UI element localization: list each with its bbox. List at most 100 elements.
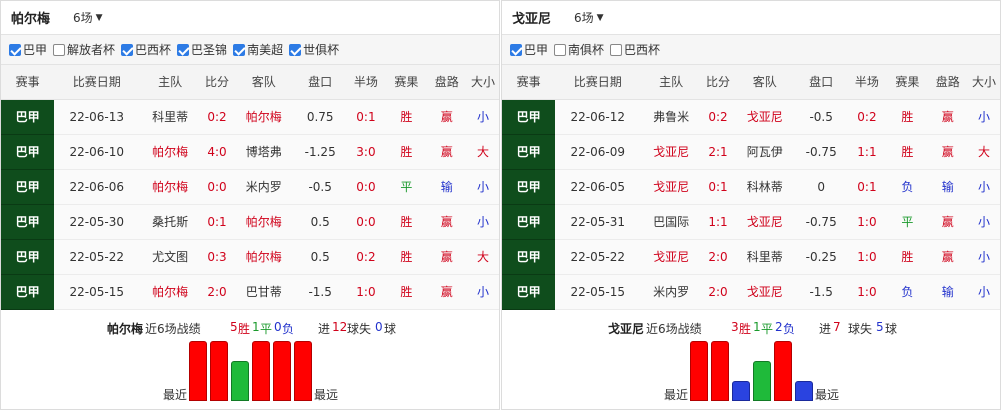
checkbox-unchecked-icon[interactable] [610, 43, 623, 56]
filter-checkbox[interactable]: 南美超 [233, 41, 283, 58]
date-cell: 22-05-30 [54, 204, 140, 240]
match-count-select[interactable]: 6场 ▼ [574, 9, 604, 26]
over-under-cell: 小 [967, 99, 1000, 135]
home-team-cell[interactable]: 戈亚尼 [640, 239, 703, 275]
away-team-cell[interactable]: 科林蒂 [733, 169, 796, 205]
checkbox-checked-icon[interactable] [9, 43, 21, 56]
league-cell[interactable]: 巴甲 [1, 239, 55, 275]
form-bar-chart: 最近 最远 [1, 339, 499, 409]
home-team-cell[interactable]: 巴国际 [640, 204, 703, 240]
home-team-cell[interactable]: 戈亚尼 [640, 169, 703, 205]
panel-header: 帕尔梅 6场 ▼ [1, 1, 499, 35]
home-team-cell[interactable]: 科里蒂 [139, 99, 202, 135]
summary-goals-against-unit: 球 [885, 322, 898, 336]
league-cell[interactable]: 巴甲 [1, 204, 55, 240]
filter-checkbox[interactable]: 解放者杯 [53, 41, 115, 58]
date-cell: 22-06-13 [54, 99, 140, 135]
checkbox-checked-icon[interactable] [177, 43, 190, 56]
home-team-cell[interactable]: 弗鲁米 [640, 99, 703, 135]
away-team-cell[interactable]: 博塔弗 [232, 134, 295, 170]
away-team-cell[interactable]: 巴甘蒂 [232, 274, 295, 310]
checkbox-checked-icon[interactable] [121, 43, 134, 56]
pan-cell: 赢 [426, 239, 467, 275]
over-under-cell: 大 [466, 134, 499, 170]
home-team-cell[interactable]: 米内罗 [640, 274, 703, 310]
filter-checkbox[interactable]: 世俱杯 [289, 41, 339, 58]
league-cell[interactable]: 巴甲 [1, 169, 55, 205]
away-team-cell[interactable]: 帕尔梅 [232, 99, 295, 135]
home-team-cell[interactable]: 帕尔梅 [139, 274, 202, 310]
away-team-cell[interactable]: 米内罗 [232, 169, 295, 205]
handicap-cell: -1.25 [294, 134, 346, 170]
away-team-cell[interactable]: 戈亚尼 [733, 204, 796, 240]
home-team-cell[interactable]: 帕尔梅 [139, 134, 202, 170]
league-cell[interactable]: 巴甲 [502, 239, 556, 275]
table-row[interactable]: 巴甲 22-06-12 弗鲁米 0:2 戈亚尼 -0.5 0:2 胜赢小 [502, 99, 1000, 135]
summary-team: 帕尔梅 [107, 322, 144, 336]
result-cell: 胜 [386, 99, 427, 135]
home-team-cell[interactable]: 戈亚尼 [640, 134, 703, 170]
filter-checkbox[interactable]: 巴甲 [510, 41, 548, 58]
filter-checkbox[interactable]: 巴甲 [9, 41, 47, 58]
league-cell[interactable]: 巴甲 [1, 274, 55, 310]
result-cell: 负 [887, 274, 928, 310]
filter-checkbox[interactable]: 巴西杯 [610, 41, 660, 58]
league-cell[interactable]: 巴甲 [1, 99, 55, 135]
away-team-cell[interactable]: 帕尔梅 [232, 239, 295, 275]
home-team-cell[interactable]: 尤文图 [139, 239, 202, 275]
score-cell: 0:2 [702, 99, 734, 135]
handicap-cell: 0 [795, 169, 847, 205]
league-cell[interactable]: 巴甲 [1, 134, 55, 170]
score-cell: 0:3 [201, 239, 233, 275]
match-count-select[interactable]: 6场 ▼ [73, 9, 103, 26]
checkbox-checked-icon[interactable] [233, 43, 246, 56]
table-row[interactable]: 巴甲 22-05-22 尤文图 0:3 帕尔梅 0.5 0:2 胜赢大 [1, 239, 499, 275]
table-row[interactable]: 巴甲 22-06-06 帕尔梅 0:0 米内罗 -0.5 0:0 平输小 [1, 169, 499, 205]
table-row[interactable]: 巴甲 22-05-31 巴国际 1:1 戈亚尼 -0.75 1:0 平赢小 [502, 204, 1000, 240]
column-header: 赛事 [502, 65, 556, 100]
table-row[interactable]: 巴甲 22-05-22 戈亚尼 2:0 科里蒂 -0.25 1:0 胜赢小 [502, 239, 1000, 275]
table-row[interactable]: 巴甲 22-05-30 桑托斯 0:1 帕尔梅 0.5 0:0 胜赢小 [1, 204, 499, 240]
checkbox-unchecked-icon[interactable] [53, 43, 66, 56]
league-cell[interactable]: 巴甲 [502, 169, 556, 205]
away-team-cell[interactable]: 科里蒂 [733, 239, 796, 275]
halftime-cell: 0:1 [846, 169, 888, 205]
match-table: 赛事 比赛日期 主队 比分 客队 盘口 半场 赛果 盘路 大小 巴甲 22-06-13 科里蒂 0:2 帕尔… [1, 65, 499, 310]
league-cell[interactable]: 巴甲 [502, 204, 556, 240]
league-cell[interactable]: 巴甲 [502, 99, 556, 135]
home-team-cell[interactable]: 帕尔梅 [139, 169, 202, 205]
chart-left-label: 最近 [664, 388, 689, 402]
away-team-cell[interactable]: 帕尔梅 [232, 204, 295, 240]
away-team-cell[interactable]: 戈亚尼 [733, 99, 796, 135]
record-summary: 帕尔梅 近6场战绩 5 胜 1 平 0 负进 12 球失 0 球 [1, 317, 499, 339]
table-row[interactable]: 巴甲 22-06-13 科里蒂 0:2 帕尔梅 0.75 0:1 胜赢小 [1, 99, 499, 135]
league-cell[interactable]: 巴甲 [502, 134, 556, 170]
filter-label: 南美超 [247, 43, 284, 57]
table-row[interactable]: 巴甲 22-06-05 戈亚尼 0:1 科林蒂 0 0:1 负输小 [502, 169, 1000, 205]
table-row[interactable]: 巴甲 22-06-10 帕尔梅 4:0 博塔弗 -1.25 3:0 胜赢大 [1, 134, 499, 170]
table-row[interactable]: 巴甲 22-05-15 米内罗 2:0 戈亚尼 -1.5 1:0 负输小 [502, 274, 1000, 310]
away-team-cell[interactable]: 戈亚尼 [733, 274, 796, 310]
table-row[interactable]: 巴甲 22-05-15 帕尔梅 2:0 巴甘蒂 -1.5 1:0 胜赢小 [1, 274, 499, 310]
filter-checkbox[interactable]: 南俱杯 [554, 41, 604, 58]
halftime-cell: 0:0 [345, 204, 387, 240]
away-team-cell[interactable]: 阿瓦伊 [733, 134, 796, 170]
summary-goals-for: 12 [332, 320, 348, 334]
filter-checkbox[interactable]: 巴圣锦 [177, 41, 227, 58]
column-header: 盘路 [426, 65, 467, 100]
checkbox-checked-icon[interactable] [289, 43, 302, 56]
over-under-cell: 小 [967, 239, 1000, 275]
checkbox-checked-icon[interactable] [510, 43, 522, 56]
handicap-cell: 0.5 [294, 239, 346, 275]
column-header: 赛果 [887, 65, 928, 100]
summary-goals-for: 7 [833, 320, 841, 334]
league-cell[interactable]: 巴甲 [502, 274, 556, 310]
halftime-cell: 1:0 [846, 239, 888, 275]
checkbox-unchecked-icon[interactable] [554, 43, 567, 56]
filter-checkbox[interactable]: 巴西杯 [121, 41, 171, 58]
table-row[interactable]: 巴甲 22-06-09 戈亚尼 2:1 阿瓦伊 -0.75 1:1 胜赢大 [502, 134, 1000, 170]
halftime-cell: 1:0 [846, 274, 888, 310]
home-team-cell[interactable]: 桑托斯 [139, 204, 202, 240]
score-cell: 4:0 [201, 134, 233, 170]
score-cell: 1:1 [702, 204, 734, 240]
